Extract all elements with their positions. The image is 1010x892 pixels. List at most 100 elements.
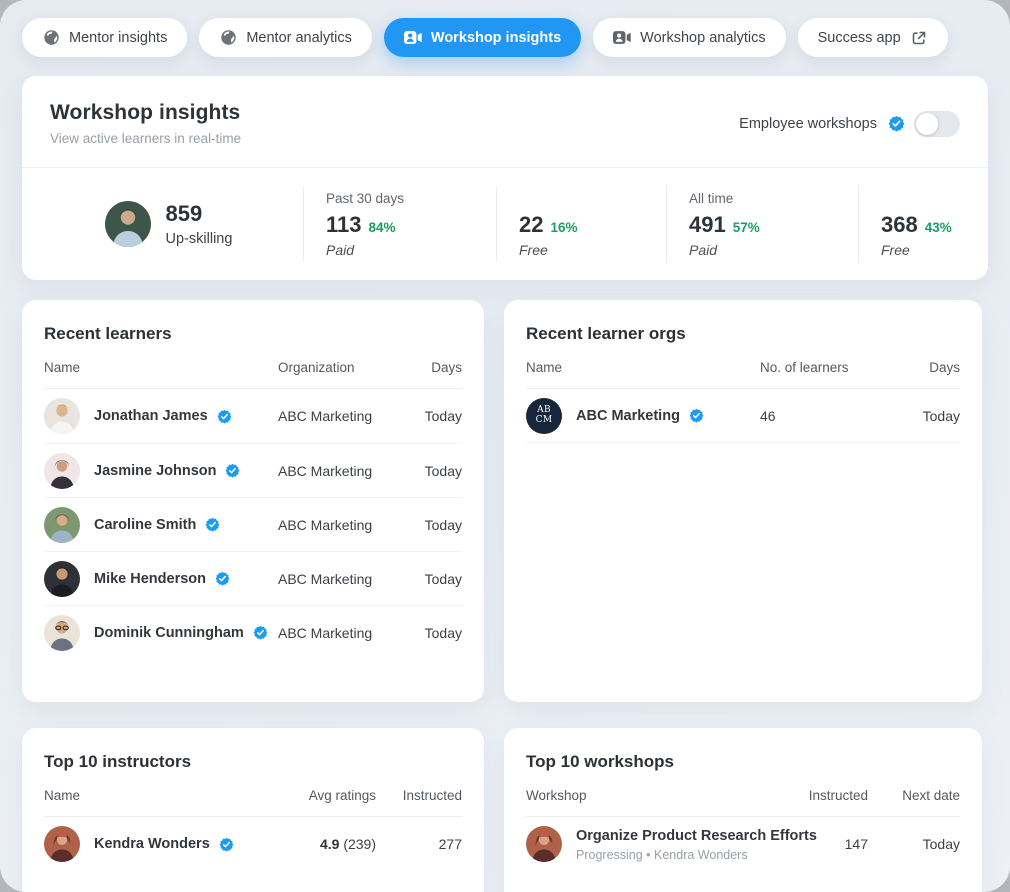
recent-learners-card: Recent learners Name Organization Days J… — [22, 300, 484, 702]
rating-count: (239) — [343, 836, 376, 852]
recent-learners-columns: Name Organization Days — [44, 360, 462, 389]
table-row[interactable]: Mike Henderson ABC Marketing Today — [44, 551, 462, 605]
learner-organization: ABC Marketing — [278, 463, 398, 479]
stat-past30-paid: Past 30 days 113 84% Paid — [303, 186, 496, 262]
workshop-instructed: 147 — [772, 836, 868, 852]
stat-percent: 43% — [925, 220, 952, 235]
column-next-date: Next date — [868, 788, 960, 803]
avatar — [44, 826, 80, 862]
top-nav: Mentor insights Mentor analytics Worksho… — [22, 18, 988, 57]
tab-mentor-analytics[interactable]: Mentor analytics — [199, 18, 372, 57]
avatar — [526, 826, 562, 862]
stat-value: 859 — [166, 201, 233, 227]
org-logo-line2: CM — [536, 416, 553, 426]
globe-icon — [219, 29, 237, 47]
verified-badge-icon — [215, 571, 230, 586]
org-logo: AB CM — [526, 398, 562, 434]
column-days: Days — [902, 360, 960, 375]
table-row[interactable]: Organize Product Research Efforts Progre… — [526, 817, 960, 871]
column-organization: Organization — [278, 360, 398, 375]
stat-percent: 57% — [733, 220, 760, 235]
table-row[interactable]: AB CM ABC Marketing 46 Today — [526, 389, 960, 443]
tab-workshop-insights[interactable]: Workshop insights — [384, 18, 581, 57]
verified-badge-icon — [219, 837, 234, 852]
stat-value: 491 — [689, 212, 726, 238]
avatar — [44, 507, 80, 543]
org-learner-count: 46 — [760, 408, 902, 424]
table-row[interactable]: Caroline Smith ABC Marketing Today — [44, 497, 462, 551]
learner-days: Today — [398, 517, 462, 533]
column-name: Name — [526, 360, 760, 375]
learner-organization: ABC Marketing — [278, 408, 398, 424]
stats-row: 859 Up-skilling Past 30 days 113 84% Pai… — [22, 168, 988, 280]
learner-name: Dominik Cunningham — [94, 625, 244, 641]
stat-percent: 84% — [369, 220, 396, 235]
column-instructed: Instructed — [772, 788, 868, 803]
stat-upskilling-text: 859 Up-skilling — [166, 201, 233, 247]
learner-days: Today — [398, 463, 462, 479]
page-title: Workshop insights — [50, 101, 241, 125]
tab-label: Workshop analytics — [640, 30, 765, 46]
workshop-dashboard-page: Mentor insights Mentor analytics Worksho… — [0, 0, 1010, 892]
learner-organization: ABC Marketing — [278, 625, 398, 641]
avatar — [44, 453, 80, 489]
tab-success-app[interactable]: Success app — [798, 18, 948, 57]
stat-type: Paid — [326, 242, 480, 258]
recent-orgs-columns: Name No. of learners Days — [526, 360, 960, 389]
learner-organization: ABC Marketing — [278, 517, 398, 533]
verified-badge-icon — [217, 409, 232, 424]
top-instructors-columns: Name Avg ratings Instructed — [44, 788, 462, 817]
instructor-name: Kendra Wonders — [94, 836, 210, 852]
globe-icon — [42, 29, 60, 47]
learner-days: Today — [398, 408, 462, 424]
learner-name: Caroline Smith — [94, 517, 196, 533]
column-workshop: Workshop — [526, 788, 772, 803]
tab-label: Mentor analytics — [246, 30, 352, 46]
top-workshops-card: Top 10 workshops Workshop Instructed Nex… — [504, 728, 982, 892]
table-row[interactable]: Kendra Wonders 4.9 (239) 277 — [44, 817, 462, 871]
employee-workshops-toggle[interactable] — [914, 111, 960, 137]
top-instructors-card: Top 10 instructors Name Avg ratings Inst… — [22, 728, 484, 892]
verified-badge-icon — [205, 517, 220, 532]
stat-period: All time — [689, 191, 842, 208]
avatar — [44, 615, 80, 651]
instructor-rating: 4.9 (239) — [264, 836, 376, 852]
recent-learner-orgs-card: Recent learner orgs Name No. of learners… — [504, 300, 982, 702]
column-ratings: Avg ratings — [264, 788, 376, 803]
external-link-icon — [910, 29, 928, 47]
toggle-label: Employee workshops — [739, 116, 877, 132]
learner-name: Mike Henderson — [94, 571, 206, 587]
stat-value: 22 — [519, 212, 543, 238]
stat-type: Free — [881, 242, 1000, 258]
insights-header-card: Workshop insights View active learners i… — [22, 76, 988, 280]
tab-label: Mentor insights — [69, 30, 167, 46]
video-camera-icon — [613, 29, 631, 47]
stat-label: Up-skilling — [166, 231, 233, 247]
stat-alltime-paid: All time 491 57% Paid — [666, 186, 858, 262]
avatar — [44, 561, 80, 597]
stat-upskilling: 859 Up-skilling — [50, 186, 303, 262]
verified-badge-icon — [253, 625, 268, 640]
page-subtitle: View active learners in real-time — [50, 131, 241, 146]
learner-name: Jasmine Johnson — [94, 463, 216, 479]
tab-mentor-insights[interactable]: Mentor insights — [22, 18, 187, 57]
column-instructed: Instructed — [376, 788, 462, 803]
page-title-block: Workshop insights View active learners i… — [50, 101, 241, 146]
instructor-instructed: 277 — [376, 836, 462, 852]
tab-workshop-analytics[interactable]: Workshop analytics — [593, 18, 785, 57]
table-row[interactable]: Dominik Cunningham ABC Marketing Today — [44, 605, 462, 659]
table-row[interactable]: Jasmine Johnson ABC Marketing Today — [44, 443, 462, 497]
header-title-row: Workshop insights View active learners i… — [22, 76, 988, 168]
toggle-knob — [916, 113, 938, 135]
middle-cards-row: Recent learners Name Organization Days J… — [22, 300, 988, 702]
workshop-next-date: Today — [868, 836, 960, 852]
card-title: Recent learner orgs — [526, 324, 960, 344]
org-days: Today — [902, 408, 960, 424]
tab-label: Success app — [818, 30, 901, 46]
learner-days: Today — [398, 625, 462, 641]
stat-value: 368 — [881, 212, 918, 238]
table-row[interactable]: Jonathan James ABC Marketing Today — [44, 389, 462, 443]
verified-badge-icon — [225, 463, 240, 478]
card-title: Recent learners — [44, 324, 462, 344]
tab-label: Workshop insights — [431, 30, 561, 46]
